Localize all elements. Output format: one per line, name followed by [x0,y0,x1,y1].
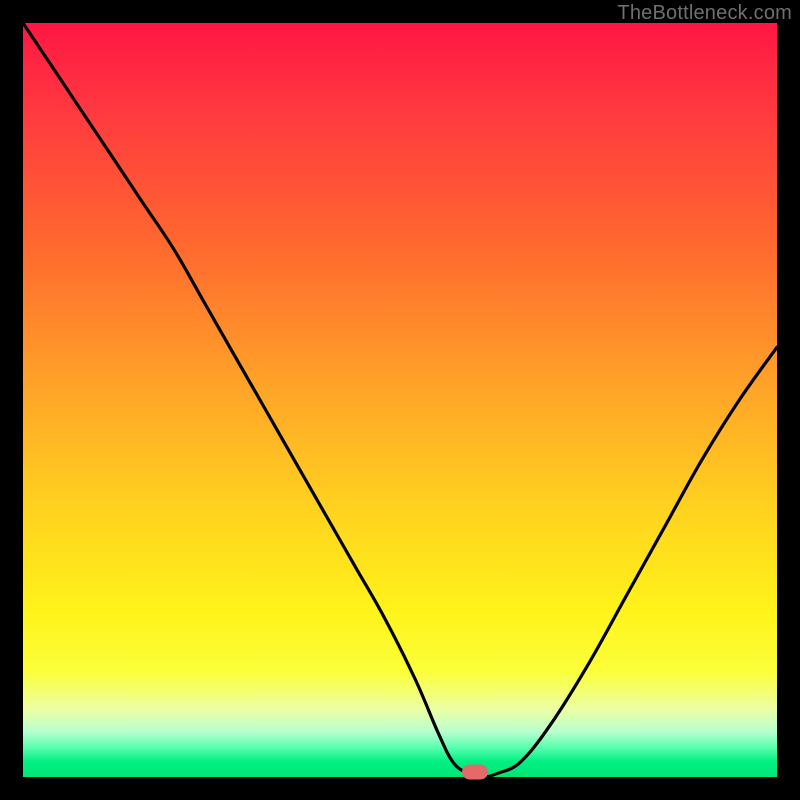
plot-area [23,23,777,777]
watermark-text: TheBottleneck.com [617,2,792,25]
bottleneck-curve [23,23,777,777]
chart-frame: TheBottleneck.com [0,0,800,800]
optimum-marker [462,764,488,779]
